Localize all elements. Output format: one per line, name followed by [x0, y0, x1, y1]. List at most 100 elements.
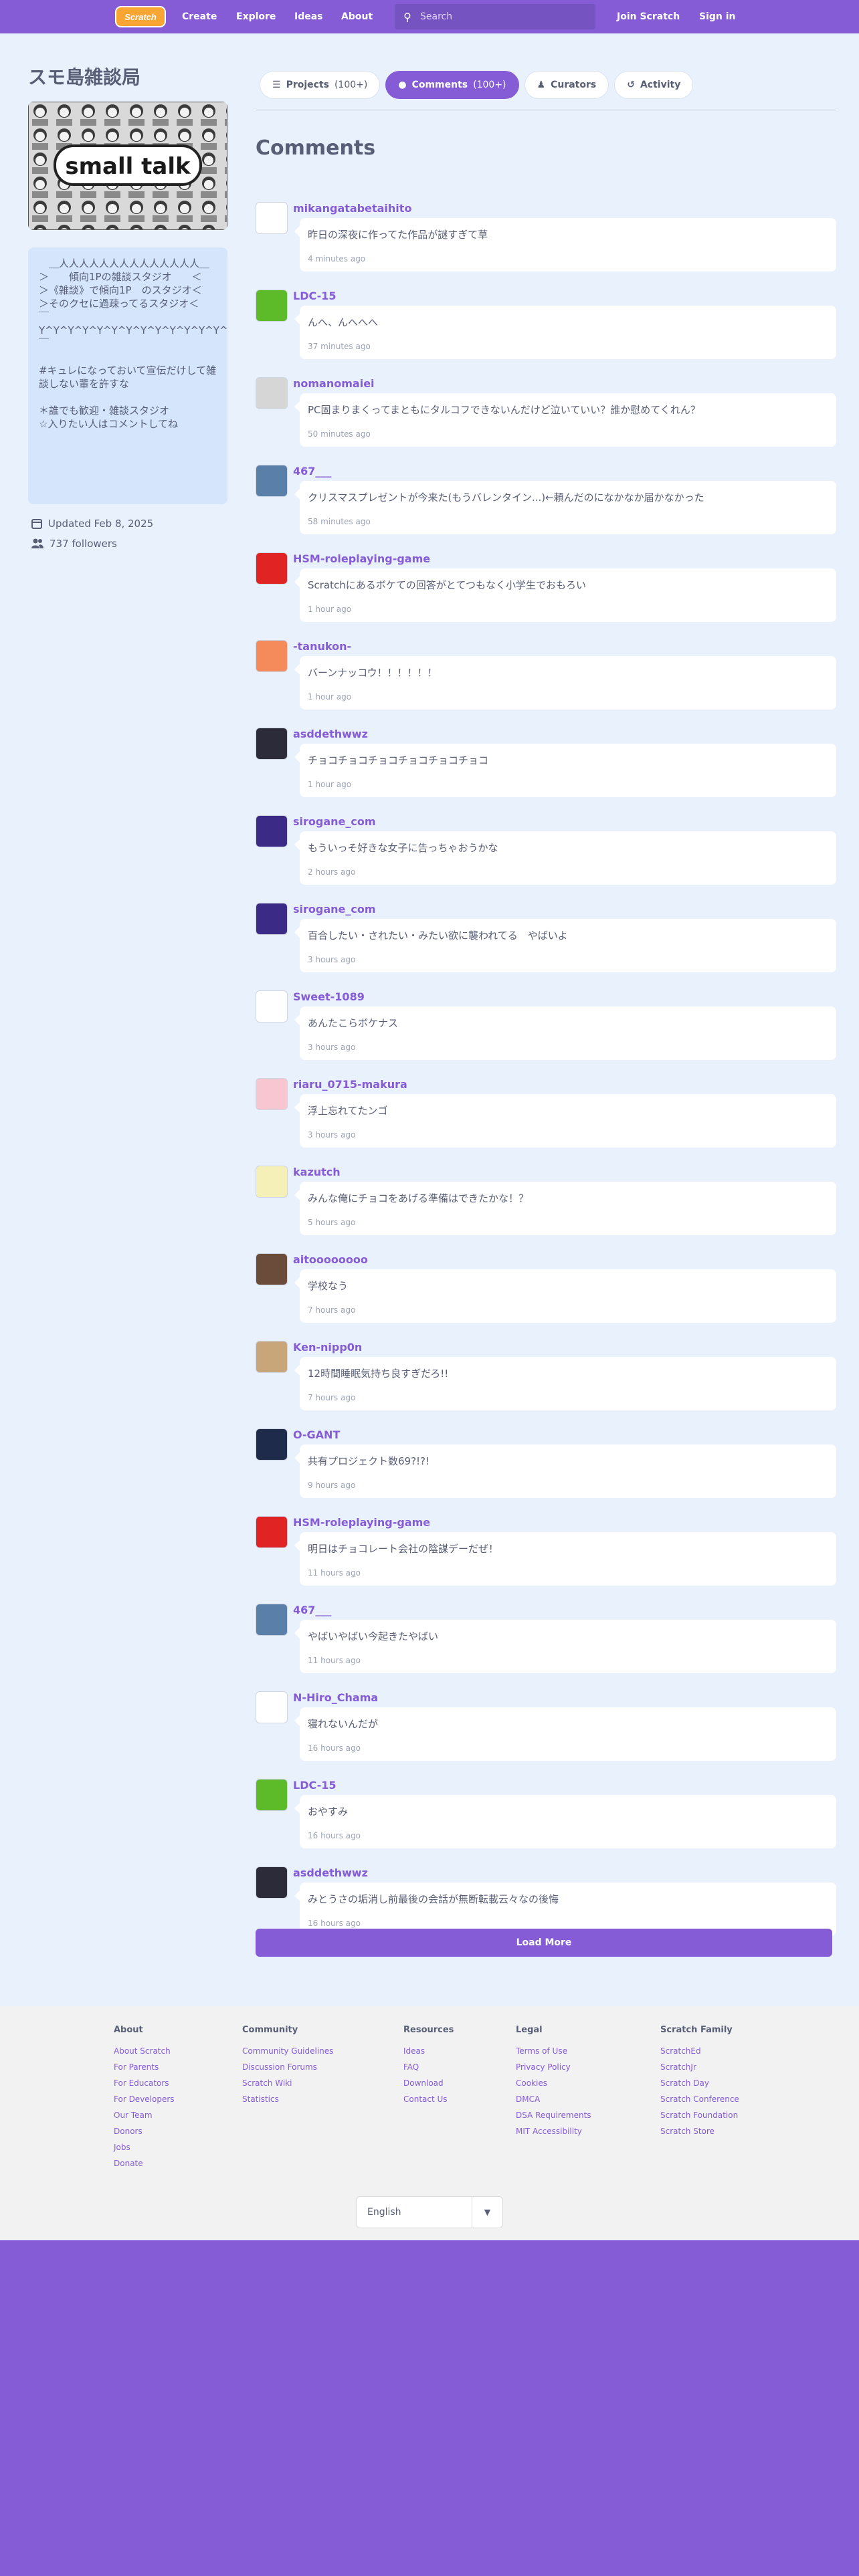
avatar[interactable] [256, 1691, 288, 1723]
comment-username[interactable]: asddethwwz [293, 1866, 368, 1879]
footer-link[interactable]: Jobs [114, 2139, 175, 2155]
comment-username[interactable]: N-Hiro_Chama [293, 1691, 378, 1704]
comment-username[interactable]: HSM-roleplaying-game [293, 1516, 430, 1529]
comment-username[interactable]: sirogane_com [293, 903, 376, 916]
comment-bubble: おやすみ 16 hours ago [294, 1795, 836, 1848]
comment-username[interactable]: LDC-15 [293, 290, 337, 302]
footer-link[interactable]: Scratch Store [660, 2123, 739, 2139]
tab-curators[interactable]: ♟ Curators [524, 71, 609, 99]
avatar[interactable] [256, 640, 288, 672]
language-select[interactable]: English ▼ [356, 2196, 503, 2228]
avatar[interactable] [256, 1078, 288, 1110]
updated-row: Updated Feb 8, 2025 [31, 518, 153, 530]
footer-link[interactable]: ScratchJr [660, 2059, 739, 2075]
footer-link[interactable]: Terms of Use [516, 2043, 591, 2059]
comment-username[interactable]: mikangatabetaihito [293, 202, 411, 215]
footer-link[interactable]: Statistics [242, 2091, 333, 2107]
avatar[interactable] [256, 1166, 288, 1198]
comment-username[interactable]: HSM-roleplaying-game [293, 552, 430, 565]
avatar[interactable] [256, 465, 288, 497]
footer-link[interactable]: Contact Us [403, 2091, 454, 2107]
footer-link[interactable]: Our Team [114, 2107, 175, 2123]
footer: About About Scratch For Parents For Educat… [0, 2006, 859, 2240]
nav-ideas-link[interactable]: Ideas [294, 0, 323, 33]
comment-time: 3 hours ago [308, 955, 356, 964]
footer-link[interactable]: Donors [114, 2123, 175, 2139]
avatar[interactable] [256, 728, 288, 760]
comment-bubble: PC固まりまくってまともにタルコフできないんだけど泣いていい？誰か慰めてくれん？… [294, 393, 836, 447]
avatar[interactable] [256, 1516, 288, 1548]
footer-link[interactable]: ScratchEd [660, 2043, 739, 2059]
comment-time: 2 hours ago [308, 867, 356, 877]
sign-in-link[interactable]: Sign in [699, 0, 736, 33]
footer-link[interactable]: Donate [114, 2155, 175, 2171]
footer-col-title: About [114, 2025, 143, 2035]
comment-username[interactable]: Sweet-1089 [293, 990, 365, 1003]
comment-username[interactable]: sirogane_com [293, 815, 376, 828]
avatar[interactable] [256, 990, 288, 1023]
avatar[interactable] [256, 1428, 288, 1461]
avatar[interactable] [256, 1341, 288, 1373]
footer-link[interactable]: Scratch Day [660, 2075, 739, 2091]
tab-count: (100+) [473, 80, 506, 90]
comment-text: クリスマスプレゼントが今来た(もうバレンタイン...)←頼んだのになかなか届かな… [308, 492, 704, 504]
comment-username[interactable]: kazutch [293, 1166, 341, 1178]
comment-time: 3 hours ago [308, 1130, 356, 1140]
comment-username[interactable]: LDC-15 [293, 1779, 337, 1792]
footer-link[interactable]: Cookies [516, 2075, 591, 2091]
footer-link[interactable]: Discussion Forums [242, 2059, 333, 2075]
join-scratch-link[interactable]: Join Scratch [617, 0, 680, 33]
scratch-logo[interactable]: Scratch [115, 6, 166, 27]
footer-link[interactable]: For Developers [114, 2091, 175, 2107]
footer-link[interactable]: About Scratch [114, 2043, 175, 2059]
avatar[interactable] [256, 815, 288, 847]
nav-explore-link[interactable]: Explore [236, 0, 276, 33]
comments-heading: Comments [256, 136, 376, 160]
footer-link[interactable]: MIT Accessibility [516, 2123, 591, 2139]
avatar[interactable] [256, 377, 288, 409]
avatar[interactable] [256, 903, 288, 935]
footer-link[interactable]: For Educators [114, 2075, 175, 2091]
comment-text: バーンナッコウ！！！！！！ [308, 667, 438, 679]
footer-link[interactable]: Privacy Policy [516, 2059, 591, 2075]
comment-username[interactable]: aitoooooooo [293, 1253, 368, 1266]
avatar[interactable] [256, 1866, 288, 1899]
footer-link[interactable]: Ideas [403, 2043, 454, 2059]
footer-link[interactable]: Scratch Wiki [242, 2075, 333, 2091]
comment-time: 1 hour ago [308, 780, 352, 789]
footer-link[interactable]: Scratch Conference [660, 2091, 739, 2107]
avatar[interactable] [256, 1604, 288, 1636]
comment-username[interactable]: O-GANT [293, 1428, 340, 1441]
comment: N-Hiro_Chama 寝れないんだが 16 hours ago [256, 1691, 836, 1774]
comment-username[interactable]: asddethwwz [293, 728, 368, 740]
comment-username[interactable]: 467___ [293, 1604, 331, 1616]
tab-comments[interactable]: ● Comments (100+) [385, 71, 519, 99]
search-input[interactable] [420, 11, 587, 22]
comment-username[interactable]: nomanomaiei [293, 377, 375, 390]
comment-username[interactable]: 467___ [293, 465, 331, 477]
footer-col-legal: Legal Terms of Use Privacy Policy Cookies D… [516, 2025, 591, 2139]
footer-link[interactable]: DMCA [516, 2091, 591, 2107]
footer-link[interactable]: Community Guidelines [242, 2043, 333, 2059]
avatar[interactable] [256, 1253, 288, 1285]
nav-about-link[interactable]: About [341, 0, 373, 33]
tab-projects[interactable]: ☰ Projects (100+) [260, 71, 381, 99]
avatar[interactable] [256, 202, 288, 234]
avatar[interactable] [256, 552, 288, 584]
comment-username[interactable]: Ken-nipp0n [293, 1341, 362, 1354]
footer-link[interactable]: Scratch Foundation [660, 2107, 739, 2123]
comment-username[interactable]: riaru_0715-makura [293, 1078, 407, 1091]
footer-link[interactable]: Download [403, 2075, 454, 2091]
footer-link[interactable]: FAQ [403, 2059, 454, 2075]
comment-username[interactable]: -tanukon- [293, 640, 351, 653]
search-bar: ⚲ [395, 4, 595, 29]
avatar[interactable] [256, 1779, 288, 1811]
comment: kazutch みんな俺にチョコをあげる準備はできたかな！？ 5 hours ago [256, 1166, 836, 1249]
nav-create-link[interactable]: Create [182, 0, 217, 33]
footer-link[interactable]: For Parents [114, 2059, 175, 2075]
tab-activity[interactable]: ↺ Activity [614, 71, 694, 99]
footer-link[interactable]: DSA Requirements [516, 2107, 591, 2123]
load-more-button[interactable]: Load More [256, 1929, 832, 1957]
avatar[interactable] [256, 290, 288, 322]
studio-main: スモ島雑談局 small talk ＿人人人人人人人人人人人人人人＿ ＞ 傾向1… [0, 33, 859, 2006]
